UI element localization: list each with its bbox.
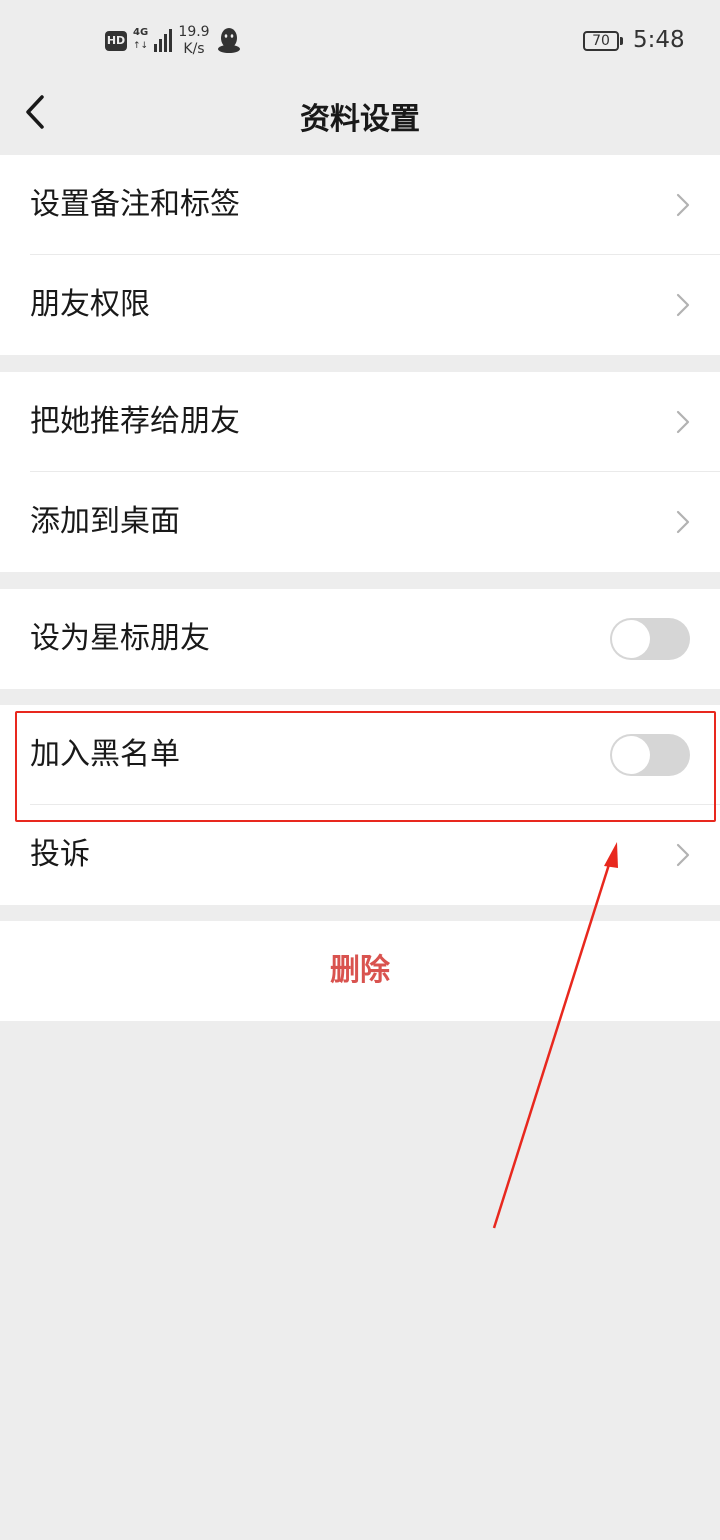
signal-strength-icon (148, 28, 172, 52)
annotation-highlight-box (15, 711, 716, 822)
chevron-right-icon (676, 510, 690, 534)
cell-label: 添加到桌面 (30, 504, 180, 539)
battery-icon: 70 (583, 31, 623, 51)
cell-label: 朋友权限 (30, 287, 150, 322)
network-speed-value: 19.9 (178, 24, 210, 40)
battery-level: 70 (592, 33, 610, 49)
network-activity-icon: ↑↓ (133, 41, 149, 51)
chevron-right-icon (676, 410, 690, 434)
friend-permissions-item[interactable]: 朋友权限 (0, 255, 720, 355)
toggle-knob (612, 620, 650, 658)
settings-group-remarks: 设置备注和标签 朋友权限 (0, 155, 720, 355)
cell-label: 把她推荐给朋友 (30, 404, 240, 439)
hd-badge: HD (105, 31, 127, 51)
qq-penguin-icon (218, 28, 240, 53)
settings-group-star: 设为星标朋友 (0, 589, 720, 689)
recommend-to-friend-item[interactable]: 把她推荐给朋友 (0, 372, 720, 472)
cell-label: 设置备注和标签 (30, 187, 240, 222)
page-title: 资料设置 (300, 102, 420, 137)
chevron-right-icon (676, 293, 690, 317)
network-speed: 19.9 K/s (178, 24, 210, 58)
delete-group: 删除 (0, 921, 720, 1021)
cell-label: 设为星标朋友 (30, 621, 210, 656)
delete-button[interactable]: 删除 (0, 921, 720, 1021)
network-type: 4G (133, 27, 149, 38)
chevron-right-icon (676, 193, 690, 217)
status-bar: HD 4G ↑↓ 19.9 K/s 70 5:48 (0, 0, 720, 84)
nav-bar: 资料设置 (0, 84, 720, 154)
clock: 5:48 (633, 27, 685, 53)
star-friend-item: 设为星标朋友 (0, 589, 720, 689)
add-to-desktop-item[interactable]: 添加到桌面 (0, 472, 720, 572)
delete-label: 删除 (330, 953, 390, 988)
settings-group-share: 把她推荐给朋友 添加到桌面 (0, 372, 720, 572)
set-remarks-and-tags-item[interactable]: 设置备注和标签 (0, 155, 720, 255)
star-friend-toggle[interactable] (610, 618, 690, 660)
chevron-right-icon (676, 843, 690, 867)
network-speed-unit: K/s (183, 41, 205, 57)
